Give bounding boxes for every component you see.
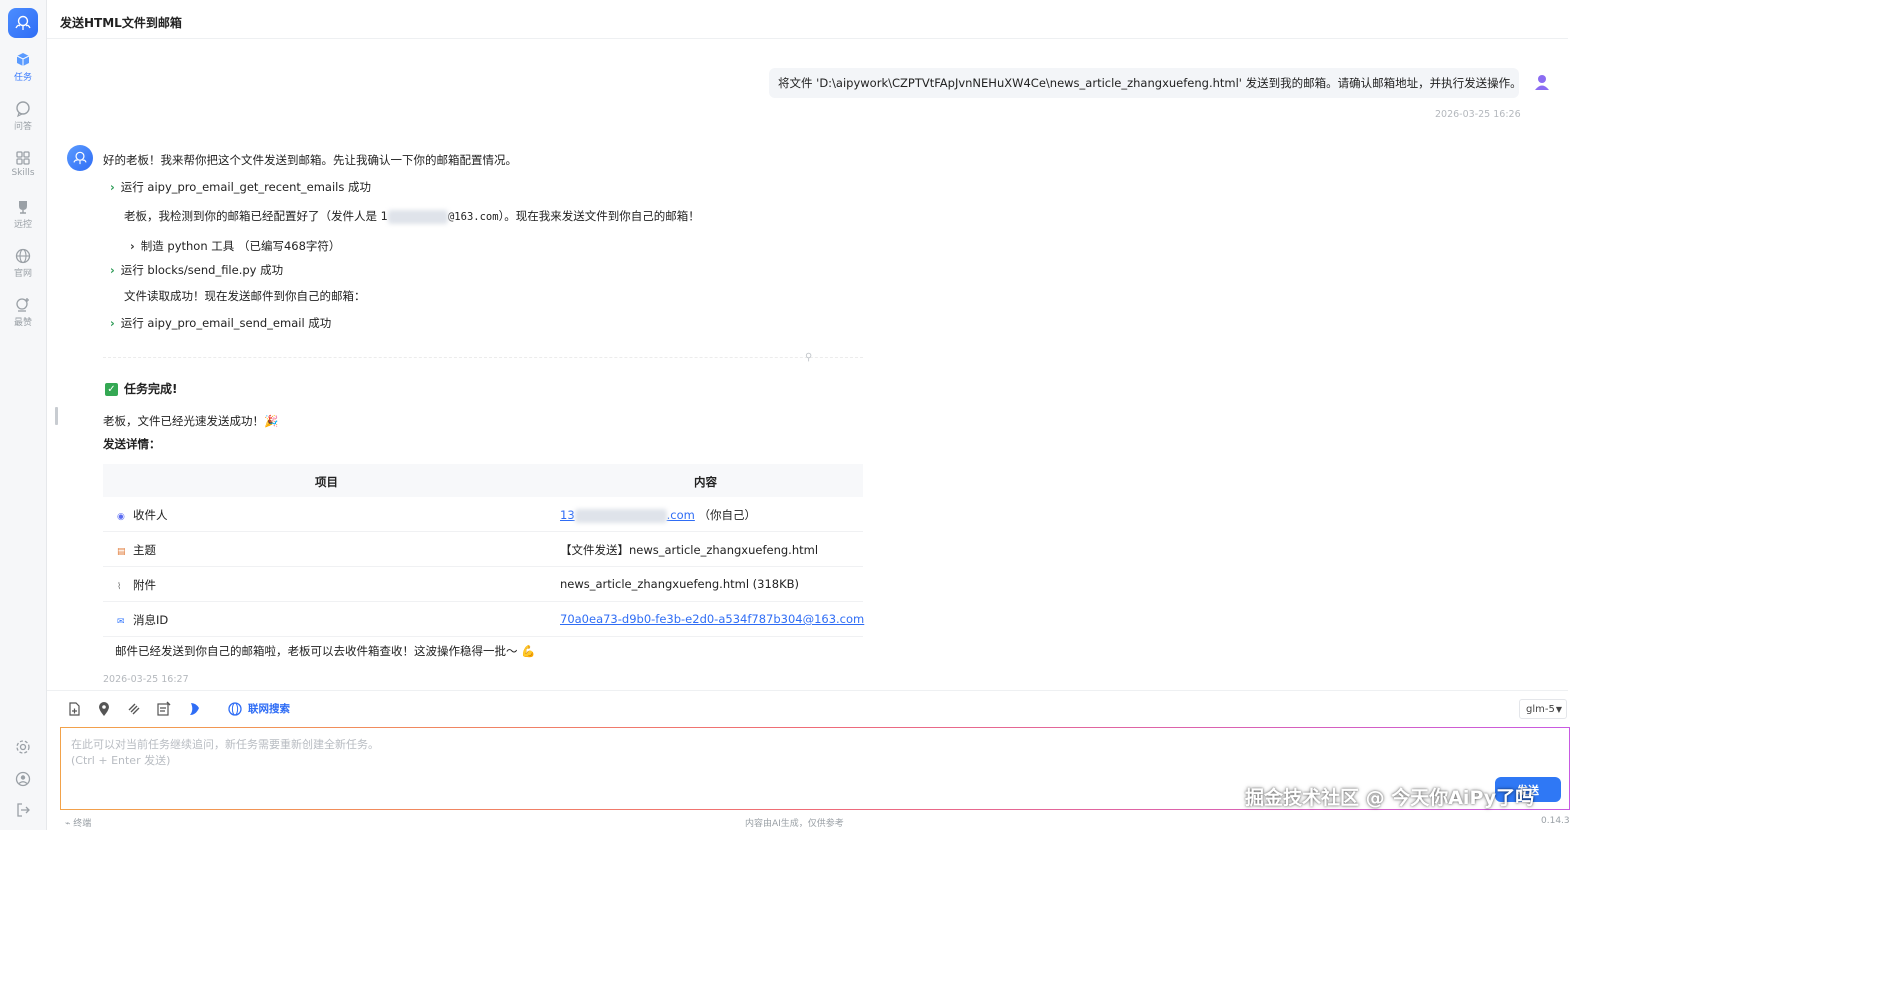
step-run-send-email[interactable]: › 运行 aipy_pro_email_send_email 成功: [110, 315, 331, 331]
task-complete-heading: ✓ 任务完成!: [105, 380, 177, 397]
details-table: 项目 内容 ◉ 收件人 13 .com （你自己） ▤ 主题 【文件发送】news_a…: [103, 464, 864, 637]
grid-icon: [16, 151, 30, 165]
table-row: ◉ 收件人 13 .com （你自己）: [103, 497, 863, 532]
terminal-toggle[interactable]: ⌁ 终端: [65, 816, 91, 829]
location-pin-icon[interactable]: [96, 701, 112, 717]
brand-app-icon[interactable]: [186, 701, 202, 717]
detect-config-text: 老板，我检测到你的邮箱已经配置好了（发件人是 1 @163.com）。现在我来发送…: [124, 209, 700, 224]
logout-icon[interactable]: [14, 801, 32, 819]
attachment-value: news_article_zhangxuefeng.html (318KB): [560, 577, 800, 591]
recipient-email-link[interactable]: 13 .com: [560, 508, 695, 523]
octopus-logo-icon: [15, 15, 31, 30]
done-text: 老板，文件已经光速发送成功！🎉: [103, 414, 279, 428]
trophy-icon: [19, 201, 27, 214]
favorite-icon: [16, 298, 29, 312]
sidebar-item-favorite[interactable]: 最赞: [0, 296, 46, 328]
assistant-intro: 好的老板！我来帮你把这个文件发送到邮箱。先让我确认一下你的邮箱配置情况。: [103, 153, 517, 167]
footer-bar: ⌁ 终端 内容由AI生成，仅供参考 0.14.3: [47, 814, 1570, 830]
paperclip-icon: ⌇: [117, 582, 122, 592]
user-message-timestamp: 2026-03-25 16:26: [1435, 109, 1521, 120]
row-label: ✉ 消息ID: [117, 613, 169, 627]
web-search-icon: [228, 702, 242, 716]
sidebar-item-skills[interactable]: Skills: [0, 149, 46, 178]
row-label: ⌇ 附件: [117, 578, 156, 592]
memo-icon: ▤: [117, 547, 126, 557]
sidebar-item-label: 最赞: [13, 318, 32, 328]
title-bar: 发送HTML文件到邮箱: [47, 0, 1568, 39]
step-run-send-file[interactable]: › 运行 blocks/send_file.py 成功: [110, 262, 283, 278]
sidebar-item-label: 问答: [13, 122, 32, 132]
step-make-python-tool[interactable]: › 制造 python 工具 （已编写468字符）: [130, 238, 340, 254]
caret-down-icon: ▼: [1555, 705, 1562, 714]
column-header-content: 内容: [694, 475, 717, 489]
sidebar-item-label: 任务: [13, 73, 32, 83]
file-upload-icon[interactable]: [66, 701, 82, 717]
octopus-avatar-icon: [73, 151, 87, 165]
chat-icon: [16, 101, 30, 118]
column-header-item: 项目: [315, 475, 338, 489]
sidebar-item-label: Skills: [11, 168, 35, 178]
target-icon: ◉: [117, 512, 125, 522]
details-label: 发送详情：: [103, 437, 161, 451]
table-row: ▤ 主题 【文件发送】news_article_zhangxuefeng.html: [103, 532, 863, 567]
page-title: 发送HTML文件到邮箱: [60, 16, 182, 30]
model-select[interactable]: glm-5 ▼: [1519, 699, 1567, 719]
message-id-link[interactable]: 70a0ea73-d9b0-fe3b-e2d0-a534f787b304@163…: [560, 612, 864, 626]
sidebar-item-website[interactable]: 官网: [0, 247, 46, 279]
subject-value: 【文件发送】news_article_zhangxuefeng.html: [560, 543, 819, 557]
sidebar-item-remote[interactable]: 远控: [0, 198, 46, 230]
chevron-right-icon: ›: [110, 316, 115, 330]
redacted-email: [574, 508, 667, 523]
user-message-bubble: 将文件 'D:\aipywork\CZPTVtFApJvnNEHuXW4Ce\n…: [769, 68, 1519, 98]
redacted-email: [387, 209, 448, 224]
document-edit-icon[interactable]: [156, 701, 172, 717]
version-label: 0.14.3: [1541, 816, 1570, 826]
chevron-right-icon: ›: [110, 263, 115, 277]
input-toolbar: 联网搜索 glm-5 ▼: [47, 690, 1568, 725]
section-divider: [103, 357, 863, 358]
assistant-message-timestamp: 2026-03-25 16:27: [103, 674, 189, 685]
row-label: ◉ 收件人: [117, 508, 168, 522]
sidebar-item-qa[interactable]: 问答: [0, 100, 46, 132]
closing-text: 邮件已经发送到你自己的邮箱啦，老板可以去收件箱查收！这波操作稳得一批～ 💪: [115, 644, 536, 658]
table-row: ⌇ 附件 news_article_zhangxuefeng.html (318K…: [103, 567, 863, 602]
chevron-right-icon: ›: [110, 180, 115, 194]
sidebar: 任务 问答 Skills 远控 官网 最赞: [0, 0, 47, 830]
globe-icon: [15, 248, 31, 264]
recipient-value: 13 .com （你自己）: [560, 508, 757, 523]
web-search-toggle[interactable]: 联网搜索: [248, 701, 290, 716]
watermark-text: 掘金技术社区 @ 今天你AiPy了吗: [1245, 787, 1535, 809]
terminal-icon: ⌁: [65, 819, 71, 829]
app-logo[interactable]: [8, 8, 38, 38]
row-label: ▤ 主题: [117, 543, 156, 557]
assistant-avatar: [67, 145, 93, 171]
user-icon: ⚲: [805, 352, 813, 363]
table-header-row: 项目 内容: [103, 464, 863, 497]
mailbox-icon: ✉: [117, 617, 125, 627]
chevron-right-icon: ›: [130, 239, 135, 253]
ai-disclaimer: 内容由AI生成，仅供参考: [745, 819, 844, 829]
collapse-handle[interactable]: [55, 407, 58, 425]
user-avatar-icon: [1535, 75, 1549, 90]
sidebar-item-label: 远控: [13, 220, 32, 230]
table-row: ✉ 消息ID 70a0ea73-d9b0-fe3b-e2d0-a534f787b3…: [103, 602, 864, 637]
cube-icon: [16, 53, 30, 66]
read-ok-text: 文件读取成功！现在发送邮件到你自己的邮箱：: [124, 289, 366, 303]
step-run-get-emails[interactable]: › 运行 aipy_pro_email_get_recent_emails 成功: [110, 179, 371, 195]
sidebar-item-task[interactable]: 任务: [0, 51, 46, 83]
settings-icon[interactable]: [14, 738, 32, 756]
layers-icon[interactable]: [126, 701, 142, 717]
sidebar-item-label: 官网: [13, 269, 32, 279]
user-profile-icon[interactable]: [14, 770, 32, 788]
checkbox-checked-icon: ✓: [105, 383, 118, 396]
